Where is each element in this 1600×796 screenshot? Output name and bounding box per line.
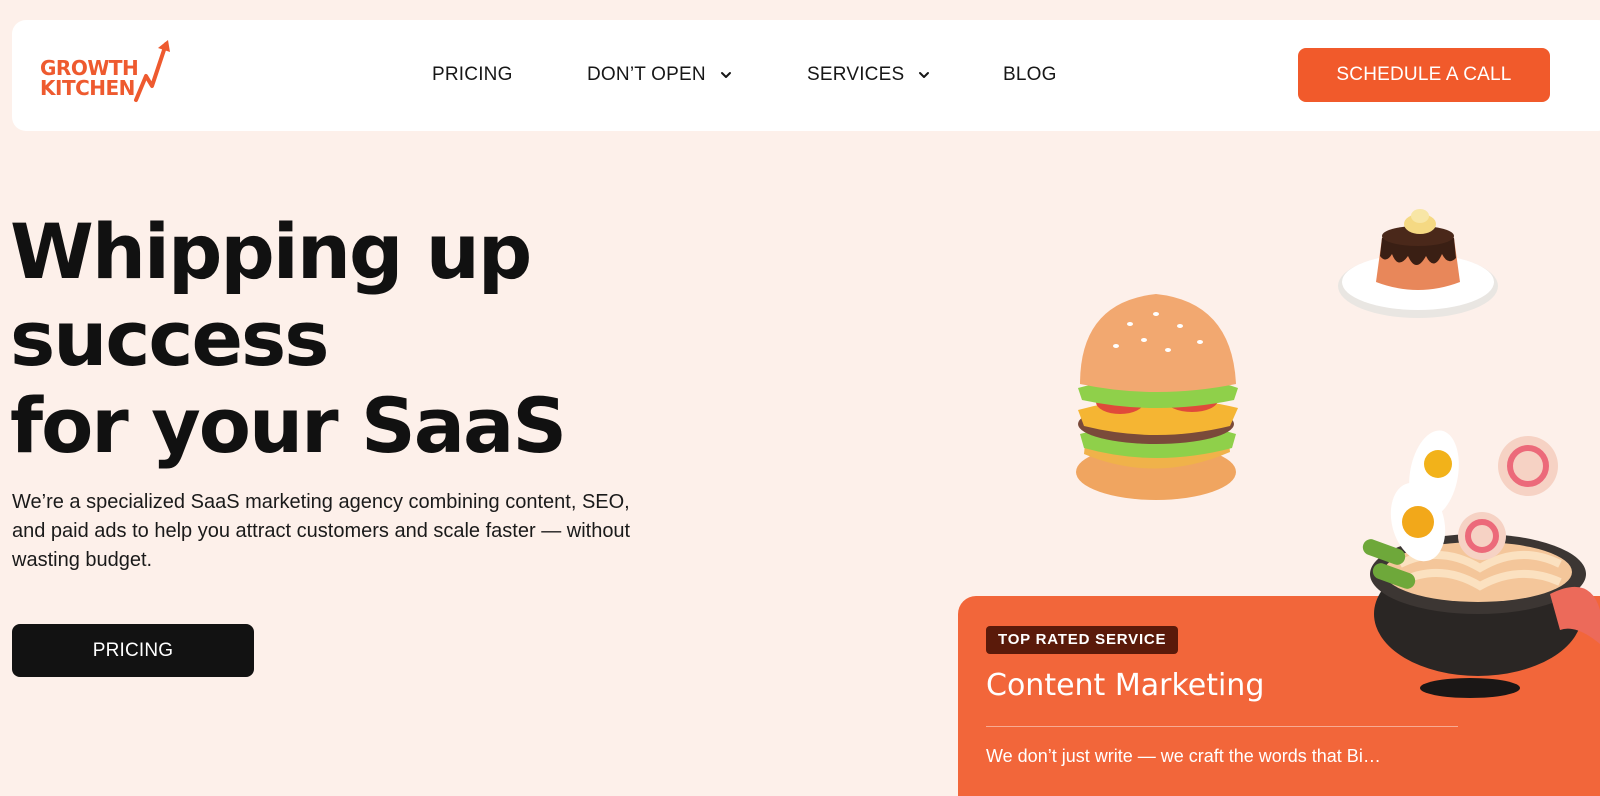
nav-item-services[interactable]: SERVICES (807, 64, 932, 86)
chevron-down-icon (919, 72, 930, 78)
logo-text-line-2: KITCHEN (40, 76, 135, 100)
hero-title-line-3: for your SaaS (10, 381, 567, 470)
schedule-call-button[interactable]: SCHEDULE A CALL (1298, 48, 1550, 102)
service-card-text: We don’t just write — we craft the words… (986, 746, 1381, 766)
top-rated-badge: TOP RATED SERVICE (986, 626, 1179, 654)
nav-item-blog[interactable]: BLOG (1003, 64, 1057, 86)
hero-title-line-1: Whipping up (10, 207, 532, 296)
card-divider (986, 726, 1458, 727)
top-navbar: GROWTH KITCHEN PRICING DON’T OPEN SERVIC… (12, 20, 1600, 131)
ramen-bowl-illustration (1362, 430, 1600, 698)
service-card-title: Content Marketing (986, 668, 1265, 703)
nav-label-services: SERVICES (807, 64, 905, 85)
nav-label-blog: BLOG (1003, 64, 1057, 85)
growth-arrow-icon (134, 40, 170, 102)
hero-title-line-2: success (10, 294, 329, 383)
nav-item-dont-open[interactable]: DON’T OPEN (587, 64, 734, 86)
hero-title: Whipping up success for your SaaS (10, 208, 710, 469)
chevron-down-icon (720, 72, 731, 78)
chocolate-pudding-illustration (1338, 209, 1498, 318)
burger-illustration (1076, 294, 1238, 500)
nav-label-dont-open: DON’T OPEN (587, 64, 706, 85)
pricing-button[interactable]: PRICING (12, 624, 254, 677)
hero-description: We’re a specialized SaaS marketing agenc… (12, 491, 631, 571)
brand-logo[interactable]: GROWTH KITCHEN (40, 38, 180, 108)
nav-item-pricing[interactable]: PRICING (432, 64, 513, 86)
nav-label-pricing: PRICING (432, 64, 513, 85)
logo-text-line-1: GROWTH (40, 56, 139, 80)
